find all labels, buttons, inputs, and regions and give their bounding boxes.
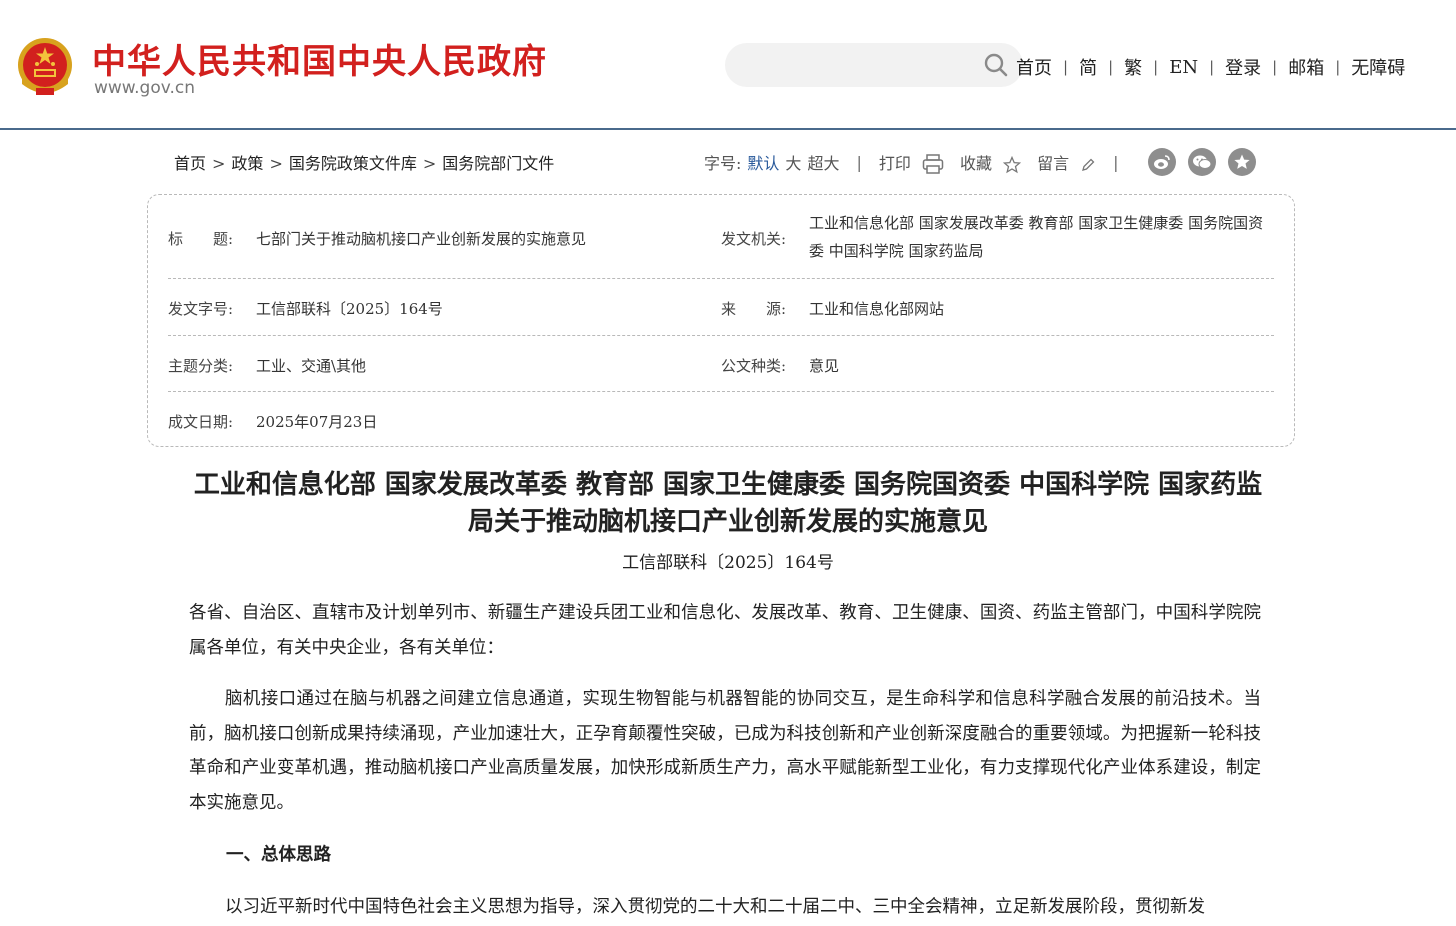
date-value: 2025年07月23日 (256, 413, 378, 431)
nav-separator: | (1108, 58, 1114, 76)
info-row: 成文日期: 2025年07月23日 (168, 391, 1274, 446)
printer-icon (922, 154, 944, 174)
font-size-default[interactable]: 默认 (747, 150, 779, 174)
site-header: 中华人民共和国中央人民政府 www.gov.cn 首页 | 简 | 繁 | EN… (0, 0, 1456, 130)
breadcrumb-policy-library[interactable]: 国务院政策文件库 (289, 154, 417, 173)
breadcrumb-policy[interactable]: 政策 (231, 154, 263, 173)
doc-type-label: 公文种类: (721, 357, 787, 375)
article-tools: 字号: 默认 大 超大 | 打印 收藏 留言 | (704, 146, 1256, 178)
info-row: 标 题: 七部门关于推动脑机接口产业创新发展的实施意见 发文机关: 工业和信息化… (168, 195, 1274, 279)
article-doc-number: 工信部联科〔2025〕164号 (622, 553, 834, 573)
info-row: 主题分类: 工业、交通\其他 公文种类: 意见 (168, 335, 1274, 392)
topic-label: 主题分类: (168, 357, 234, 375)
tool-separator: | (1113, 152, 1119, 172)
favorite-star-icon[interactable] (1227, 148, 1256, 176)
font-size-xlarge[interactable]: 超大 (807, 150, 839, 174)
site-url[interactable]: www.gov.cn (94, 78, 195, 98)
font-size-large[interactable]: 大 (785, 150, 801, 174)
nav-login[interactable]: 登录 (1225, 54, 1261, 80)
section-heading: 一、总体思路 (226, 845, 331, 865)
body-paragraph: 脑机接口通过在脑与机器之间建立信息通道，实现生物智能与机器智能的协同交互，是生命… (189, 689, 1261, 813)
doc-type-value: 意见 (809, 357, 840, 375)
print-label: 打印 (878, 153, 911, 173)
pencil-icon (1082, 158, 1095, 171)
title-value: 七部门关于推动脑机接口产业创新发展的实施意见 (256, 230, 587, 248)
weibo-icon[interactable] (1147, 148, 1176, 176)
breadcrumb-home[interactable]: 首页 (174, 154, 206, 173)
nav-traditional[interactable]: 繁 (1124, 54, 1142, 80)
nav-simplified[interactable]: 简 (1079, 54, 1097, 80)
search-input[interactable] (725, 43, 1023, 87)
date-label: 成文日期: (168, 413, 234, 431)
search-icon[interactable] (983, 52, 1009, 78)
salutation-paragraph: 各省、自治区、直辖市及计划单列市、新疆生产建设兵团工业和信息化、发展改革、教育、… (189, 603, 1261, 658)
nav-english[interactable]: EN (1169, 57, 1198, 78)
topic-value: 工业、交通\其他 (256, 357, 367, 375)
comment-button[interactable]: 留言 (1037, 150, 1096, 174)
comment-label: 留言 (1037, 154, 1070, 173)
issuer-label: 发文机关: (721, 230, 787, 248)
source-label: 来 源: (721, 300, 787, 318)
nav-separator: | (1272, 58, 1278, 76)
body-paragraph: 以习近平新时代中国特色社会主义思想为指导，深入贯彻党的二十大和二十届二中、三中全… (225, 897, 1205, 917)
nav-separator: | (1335, 58, 1341, 76)
doc-number-label: 发文字号: (168, 300, 234, 318)
star-outline-icon (1003, 155, 1022, 173)
article-title: 工业和信息化部 国家发展改革委 教育部 国家卫生健康委 国务院国资委 中国科学院… (193, 470, 1263, 537)
wechat-icon[interactable] (1187, 148, 1216, 176)
breadcrumb: 首页 > 政策 > 国务院政策文件库 > 国务院部门文件 (174, 150, 554, 174)
favorite-label: 收藏 (959, 154, 992, 173)
favorite-button[interactable]: 收藏 (959, 150, 1022, 174)
breadcrumb-separator: > (269, 154, 283, 173)
font-size-label: 字号: (704, 154, 742, 173)
title-label: 标 题: (168, 230, 234, 248)
nav-separator: | (1063, 58, 1069, 76)
document-info-box: 标 题: 七部门关于推动脑机接口产业创新发展的实施意见 发文机关: 工业和信息化… (147, 194, 1295, 447)
source-value: 工业和信息化部网站 (809, 300, 945, 318)
national-emblem-logo[interactable] (14, 36, 76, 98)
nav-separator: | (1153, 58, 1159, 76)
doc-number-value: 工信部联科〔2025〕164号 (256, 300, 443, 318)
breadcrumb-separator: > (212, 154, 226, 173)
issuer-value: 工业和信息化部 国家发展改革委 教育部 国家卫生健康委 国务院国资委 中国科学院… (809, 214, 1264, 260)
tool-separator: | (856, 152, 862, 172)
nav-mail[interactable]: 邮箱 (1288, 54, 1324, 80)
top-nav: 首页 | 简 | 繁 | EN | 登录 | 邮箱 | 无障碍 (1016, 54, 1405, 80)
nav-separator: | (1209, 58, 1215, 76)
site-name[interactable]: 中华人民共和国中央人民政府 (92, 34, 547, 83)
print-button[interactable]: 打印 (879, 150, 944, 175)
nav-home[interactable]: 首页 (1016, 54, 1052, 80)
breadcrumb-separator: > (422, 154, 437, 173)
nav-accessibility[interactable]: 无障碍 (1351, 54, 1405, 80)
breadcrumb-department-docs[interactable]: 国务院部门文件 (442, 154, 554, 173)
info-row: 发文字号: 工信部联科〔2025〕164号 来 源: 工业和信息化部网站 (168, 278, 1274, 336)
